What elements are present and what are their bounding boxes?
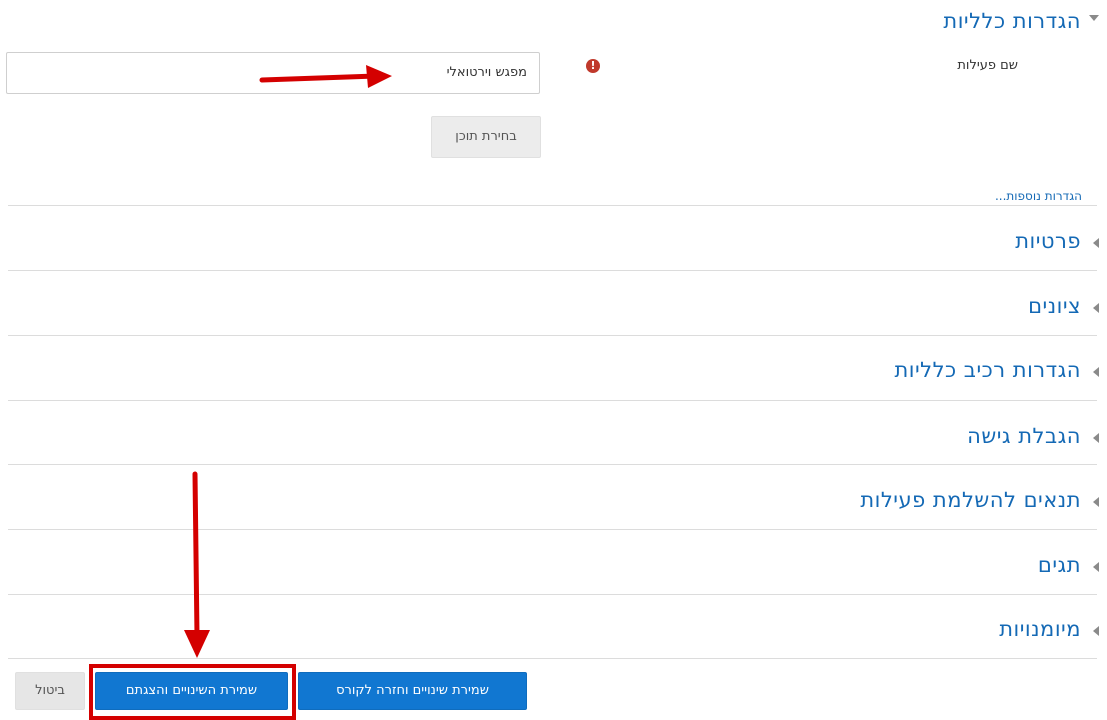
annotation-arrows — [184, 65, 392, 658]
arrow-right-annotation — [259, 65, 392, 88]
arrow-down-annotation — [184, 471, 210, 658]
